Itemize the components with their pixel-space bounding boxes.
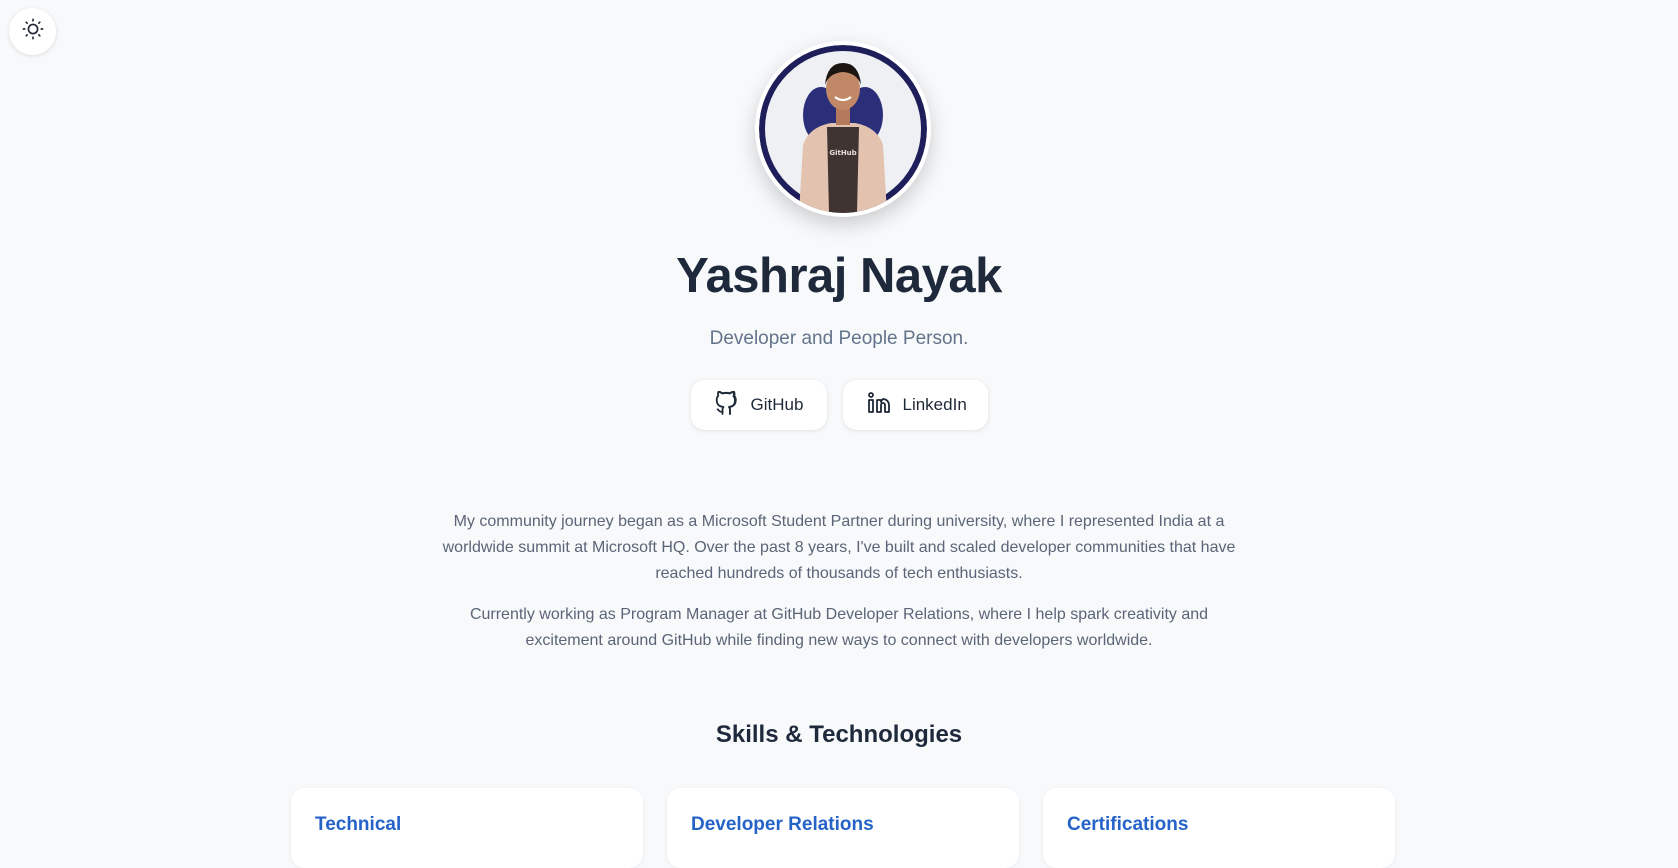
linkedin-button[interactable]: LinkedIn: [842, 380, 988, 430]
avatar-frame: GitHub: [755, 41, 931, 217]
skills-heading: Skills & Technologies: [715, 721, 963, 748]
profile-tagline: Developer and People Person.: [709, 328, 969, 349]
skill-card-title: Technical: [315, 814, 402, 835]
avatar: GitHub: [759, 45, 927, 213]
sun-icon: [22, 18, 44, 45]
skill-card-certifications: Certifications: [1043, 788, 1395, 868]
linkedin-icon: [867, 391, 891, 420]
svg-text:GitHub: GitHub: [829, 149, 856, 157]
skill-card-title: Certifications: [1067, 814, 1189, 835]
skill-card-technical: Technical: [291, 788, 643, 868]
skill-card-developer-relations: Developer Relations: [667, 788, 1019, 868]
github-button[interactable]: GitHub: [690, 380, 827, 430]
theme-toggle-button[interactable]: [9, 8, 56, 55]
github-icon: [715, 390, 739, 421]
profile-name: Yashraj Nayak: [676, 249, 1002, 303]
linkedin-label: LinkedIn: [902, 395, 967, 414]
github-label: GitHub: [750, 395, 804, 414]
bio-section: My community journey began as a Microsof…: [439, 509, 1239, 669]
social-links: GitHub LinkedIn: [0, 380, 1678, 430]
bio-paragraph: Currently working as Program Manager at …: [469, 606, 1209, 649]
bio-paragraph: My community journey began as a Microsof…: [442, 513, 1236, 582]
skill-card-title: Developer Relations: [691, 814, 874, 835]
